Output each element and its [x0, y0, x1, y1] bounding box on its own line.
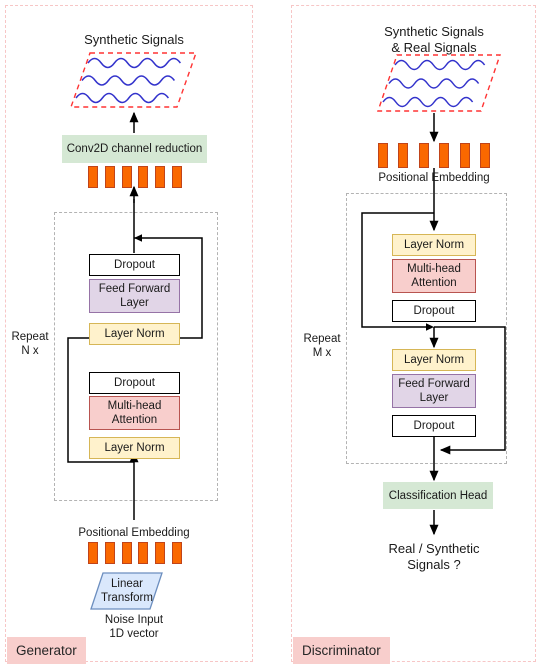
generator-token-strip-bottom	[88, 542, 182, 564]
generator-positional-embedding-label: Positional Embedding	[78, 527, 190, 539]
discriminator-dropout-2-block[interactable]: Dropout	[392, 415, 476, 437]
token-cell	[459, 143, 470, 168]
token-cell	[121, 166, 132, 188]
discriminator-group-label: Discriminator	[293, 637, 390, 664]
token-cell	[138, 542, 149, 564]
token-cell	[378, 143, 388, 168]
generator-multi-head-attention-block[interactable]: Multi-head Attention	[89, 396, 180, 430]
token-cell	[398, 143, 409, 168]
token-cell	[88, 166, 98, 188]
generator-dropout-2-block[interactable]: Dropout	[89, 254, 180, 276]
token-cell	[155, 166, 166, 188]
discriminator-feed-forward-layer-block[interactable]: Feed Forward Layer	[392, 374, 476, 408]
discriminator-layer-norm-2-block[interactable]: Layer Norm	[392, 349, 476, 371]
linear-transform-block[interactable]: Linear Transform	[96, 574, 158, 608]
generator-layer-norm-2-block[interactable]: Layer Norm	[89, 323, 180, 345]
generator-repeat-label: Repeat N x	[11, 331, 49, 357]
generator-feed-forward-layer-block[interactable]: Feed Forward Layer	[89, 279, 180, 313]
conv2d-channel-reduction-block[interactable]: Conv2D channel reduction	[62, 135, 207, 163]
token-cell	[104, 542, 115, 564]
discriminator-positional-embedding-label: Positional Embedding	[378, 172, 490, 184]
discriminator-layer-norm-1-block[interactable]: Layer Norm	[392, 234, 476, 256]
token-cell	[171, 166, 182, 188]
token-cell	[171, 542, 182, 564]
token-cell	[104, 166, 115, 188]
token-cell	[88, 542, 98, 564]
token-cell	[479, 143, 490, 168]
classification-head-block[interactable]: Classification Head	[383, 482, 493, 509]
discriminator-repeat-label: Repeat M x	[303, 333, 341, 359]
generator-output-title: Synthetic Signals	[84, 32, 184, 47]
discriminator-multi-head-attention-block[interactable]: Multi-head Attention	[392, 259, 476, 293]
discriminator-input-title: Synthetic Signals & Real Signals	[384, 24, 484, 55]
diagram-canvas: Synthetic Signals Conv2D channel reducti…	[0, 0, 541, 667]
discriminator-token-strip	[378, 143, 490, 168]
token-cell	[439, 143, 450, 168]
generator-token-strip-top	[88, 166, 182, 188]
token-cell	[138, 166, 149, 188]
generator-layer-norm-1-block[interactable]: Layer Norm	[89, 437, 180, 459]
discriminator-output-label: Real / Synthetic Signals ?	[388, 541, 480, 572]
token-cell	[418, 143, 429, 168]
discriminator-dropout-1-block[interactable]: Dropout	[392, 300, 476, 322]
generator-dropout-1-block[interactable]: Dropout	[89, 372, 180, 394]
generator-group-label: Generator	[7, 637, 86, 664]
token-cell	[121, 542, 132, 564]
token-cell	[155, 542, 166, 564]
